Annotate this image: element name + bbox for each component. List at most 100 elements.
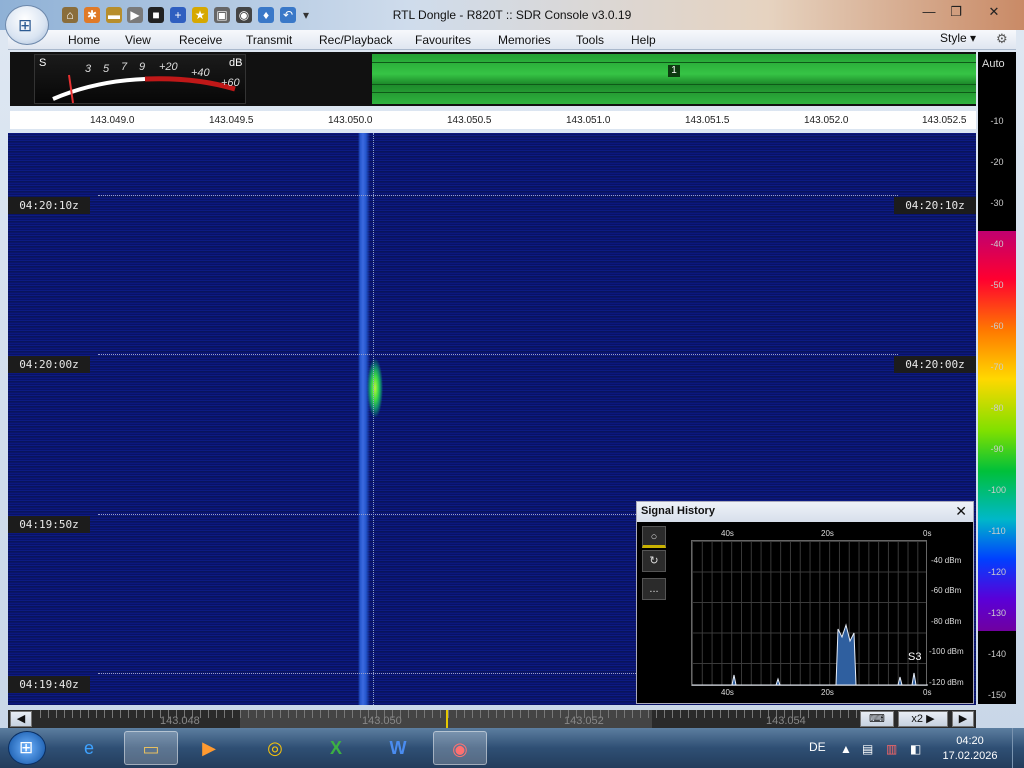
dbm-label: -100 dBm: [929, 647, 964, 656]
freq-tick: 143.052.0: [804, 115, 849, 126]
clock-time: 04:20: [956, 735, 984, 747]
tray-app-icon[interactable]: ▤: [862, 742, 873, 756]
s-tick: 5: [103, 63, 110, 75]
title-bar: ⌂ ✱ ▬ ▶ ■ + ★ ▣ ◉ ♦ ↶ ▾ RTL Dongle - R82…: [0, 0, 1024, 30]
show-desktop-button[interactable]: [1012, 728, 1024, 768]
freq-tick: 143.051.5: [685, 115, 730, 126]
auto-button[interactable]: Auto: [982, 58, 1005, 70]
more-tool-button[interactable]: ...: [642, 578, 666, 600]
refresh-tool-button[interactable]: ↻: [642, 550, 666, 572]
start-orb-icon[interactable]: ⊞: [8, 731, 46, 765]
keyboard-button[interactable]: ⌨: [860, 711, 894, 727]
minimize-button[interactable]: —: [916, 3, 942, 21]
menu-view[interactable]: View: [125, 33, 151, 47]
scroll-left-button[interactable]: ◀: [10, 711, 32, 727]
signal-history-title: Signal History: [641, 505, 715, 517]
scroll-position-marker[interactable]: [446, 710, 448, 728]
maximize-button[interactable]: ❐: [943, 3, 969, 21]
taskbar: ⊞ e ▭ ▶ ◎ X W ◉ DE ▲ ▤ ▥ ◧ 04:20 17.02.2…: [0, 728, 1024, 768]
time-label: 04:20:10z: [8, 197, 90, 214]
level-label: -60: [990, 321, 1004, 331]
db-label: dB: [229, 57, 243, 69]
freq-tick: 143.050.5: [447, 115, 492, 126]
dbm-label: -80 dBm: [931, 617, 962, 626]
menu-receive[interactable]: Receive: [179, 33, 222, 47]
app-menu-icon: ⊞: [18, 16, 33, 35]
tuning-cursor[interactable]: [373, 133, 374, 705]
sdr-console-icon[interactable]: ◉: [433, 731, 487, 765]
freq-tick: 143.050.0: [328, 115, 373, 126]
level-label: -30: [990, 198, 1004, 208]
style-dropdown[interactable]: Style ▾: [940, 31, 976, 45]
frequency-scrollbar[interactable]: ◀ 143.048 143.050 143.052 143.054 ⌨ x2 ▶…: [8, 710, 976, 728]
time-label: 04:19:50z: [8, 516, 90, 533]
application-button[interactable]: ⊞: [5, 5, 49, 45]
tray-network-icon[interactable]: ▥: [886, 742, 897, 756]
signal-history-panel: Signal History ✕ ○ ↻ ... 40s 20s 0s S3 -…: [636, 501, 974, 704]
frequency-scale[interactable]: 143.049.0 143.049.5 143.050.0 143.050.5 …: [10, 111, 976, 129]
dbm-label: -60 dBm: [931, 586, 962, 595]
s-tick: 7: [121, 61, 128, 73]
s-reading: S3: [908, 651, 922, 663]
excel-icon[interactable]: X: [309, 731, 363, 765]
s-tick: +20: [159, 61, 178, 73]
language-indicator[interactable]: DE: [809, 740, 826, 754]
show-hidden-icons-icon[interactable]: ▲: [840, 742, 852, 756]
menu-transmit[interactable]: Transmit: [246, 33, 292, 47]
record-tool-button[interactable]: ○: [642, 526, 666, 548]
level-label: -10: [990, 116, 1004, 126]
menu-rec-playback[interactable]: Rec/Playback: [319, 33, 392, 47]
time-axis-label: 0s: [923, 688, 932, 697]
menu-home[interactable]: Home: [68, 33, 100, 47]
s-meter-needle: [68, 74, 74, 104]
history-trace: [692, 623, 928, 686]
time-axis-label: 20s: [821, 529, 834, 538]
time-label: 04:19:40z: [8, 676, 90, 693]
menu-tools[interactable]: Tools: [576, 33, 604, 47]
tray-volume-icon[interactable]: ◧: [910, 742, 921, 756]
explorer-icon[interactable]: ▭: [124, 731, 178, 765]
ie-icon[interactable]: e: [62, 731, 116, 765]
chrome-icon[interactable]: ◎: [248, 731, 302, 765]
band-display[interactable]: 1: [372, 54, 976, 104]
menu-favourites[interactable]: Favourites: [415, 33, 471, 47]
clock[interactable]: 04:20 17.02.2026: [940, 734, 1000, 764]
band-marker[interactable]: 1: [668, 65, 680, 77]
time-axis-label: 20s: [821, 688, 834, 697]
word-icon[interactable]: W: [371, 731, 425, 765]
level-label: -110: [988, 526, 1006, 536]
s-tick: 9: [139, 61, 146, 73]
s-tick: +60: [221, 77, 240, 89]
scroll-freq: 143.050: [362, 715, 402, 727]
settings-gear-icon[interactable]: ⚙: [996, 31, 1008, 47]
freq-tick: 143.051.0: [566, 115, 611, 126]
time-label: 04:20:10z: [894, 197, 976, 214]
s-label: S: [39, 57, 47, 69]
time-gridline: [98, 195, 898, 196]
close-icon[interactable]: ✕: [955, 503, 967, 520]
level-label: -150: [987, 690, 1006, 700]
dbm-label: -40 dBm: [931, 556, 962, 565]
level-label: -140: [987, 649, 1006, 659]
scroll-right-button[interactable]: ▶: [952, 711, 974, 727]
window-title: RTL Dongle - R820T :: SDR Console v3.0.1…: [392, 8, 632, 22]
band-line: [372, 62, 976, 63]
zoom-button[interactable]: x2 ▶: [898, 711, 948, 727]
media-player-icon[interactable]: ▶: [182, 731, 236, 765]
band-line: [372, 92, 976, 93]
zoom-label: x2: [911, 713, 924, 725]
time-axis-label: 40s: [721, 529, 734, 538]
level-label: -40: [990, 239, 1004, 249]
level-label: -100: [987, 485, 1006, 495]
scroll-freq: 143.054: [766, 715, 806, 727]
close-button[interactable]: ✕: [978, 3, 1010, 21]
scroll-freq: 143.048: [160, 715, 200, 727]
menu-help[interactable]: Help: [631, 33, 656, 47]
s-tick: +40: [191, 67, 210, 79]
menu-memories[interactable]: Memories: [498, 33, 551, 47]
s-meter: S dB 3 5 7 9 +20 +40 +60: [34, 54, 246, 104]
menu-bar: Home View Receive Transmit Rec/Playback …: [8, 30, 1016, 50]
freq-tick: 143.049.5: [209, 115, 254, 126]
freq-tick: 143.049.0: [90, 115, 135, 126]
level-label: -70: [990, 362, 1004, 372]
